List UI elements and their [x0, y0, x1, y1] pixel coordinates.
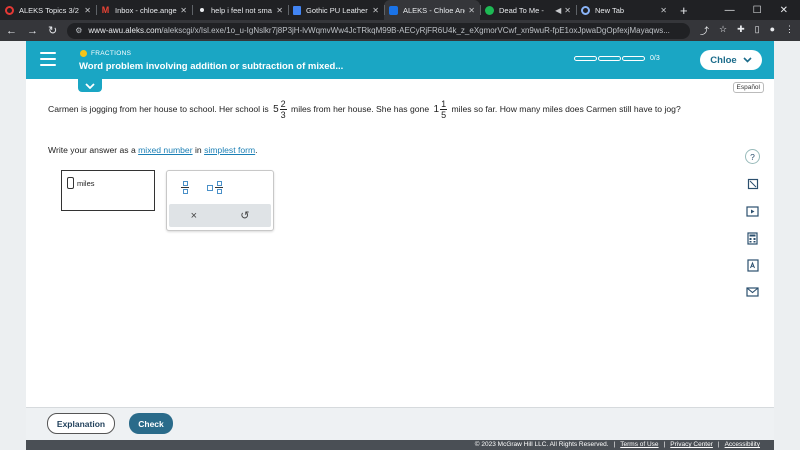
progress-segment — [598, 56, 621, 61]
simplest-form-link[interactable]: simplest form — [204, 145, 255, 155]
aleks-icon — [389, 5, 398, 15]
minimize-icon[interactable]: — — [725, 5, 735, 16]
browser-menu-icon[interactable]: ⋮ — [785, 24, 794, 37]
privacy-link[interactable]: Privacy Center — [670, 441, 713, 448]
mixed-number-template-icon[interactable] — [207, 181, 223, 194]
hamburger-menu-icon[interactable] — [40, 52, 56, 66]
browser-tab-7[interactable]: New Tab ✕ — [576, 0, 672, 20]
chevron-down-icon — [743, 57, 752, 63]
chevron-down-icon — [85, 82, 95, 89]
close-tab-icon[interactable]: ✕ — [660, 6, 667, 15]
explanation-button[interactable]: Explanation — [47, 413, 115, 434]
progress-segment — [574, 56, 597, 61]
math-palette: × ↺ — [166, 170, 274, 231]
terms-link[interactable]: Terms of Use — [620, 441, 658, 448]
browser-tab-6[interactable]: Dead To Me - ◀ ✕ — [480, 0, 576, 20]
worksheet-icon[interactable] — [746, 177, 760, 191]
progress-segment — [622, 56, 645, 61]
close-window-icon[interactable]: ✕ — [780, 5, 788, 16]
brainly-icon — [200, 8, 204, 12]
maximize-icon[interactable]: ☐ — [753, 5, 762, 16]
progress-count: 0/3 — [650, 55, 660, 62]
browser-tab-5-active[interactable]: ALEKS - Chloe Ang ✕ — [384, 0, 480, 20]
browser-tab-4[interactable]: Gothic PU Leather ✕ — [288, 0, 384, 20]
user-name: Chloe — [710, 54, 737, 66]
mixed-number-2: 1 15 — [433, 99, 448, 120]
forward-arrow-icon[interactable]: → — [27, 25, 38, 37]
close-tab-icon[interactable]: ✕ — [564, 6, 571, 15]
message-envelope-icon[interactable] — [746, 285, 760, 299]
close-tab-icon[interactable]: ✕ — [372, 6, 379, 15]
site-info-icon[interactable]: ⚙ — [75, 26, 82, 35]
answer-cursor-slot[interactable] — [67, 177, 74, 189]
collapse-header-tab[interactable] — [78, 79, 102, 92]
browser-tab-2[interactable]: M Inbox - chloe.ange ✕ — [96, 0, 192, 20]
aleks-ring-icon — [5, 5, 14, 15]
chrome-icon — [581, 5, 590, 15]
browser-tab-3[interactable]: help i feel not sma ✕ — [192, 0, 288, 20]
video-icon[interactable] — [746, 204, 760, 218]
close-tab-icon[interactable]: ✕ — [468, 6, 475, 15]
browser-tab-1[interactable]: ALEKS Topics 3/2 ✕ — [0, 0, 96, 20]
extensions-icon[interactable]: ✚ — [737, 24, 745, 37]
aleks-header: FRACTIONS Word problem involving additio… — [26, 41, 774, 79]
side-toolbar: ? — [745, 149, 760, 299]
topic-category: FRACTIONS — [80, 50, 131, 57]
help-icon[interactable]: ? — [745, 149, 760, 164]
bookmark-star-icon[interactable]: ☆ — [719, 24, 727, 37]
topic-status-icon — [80, 50, 87, 57]
espanol-button[interactable]: Español — [732, 82, 764, 93]
new-tab-button[interactable]: + — [672, 0, 696, 20]
reload-icon[interactable]: ↻ — [48, 24, 57, 37]
topic-title: Word problem involving addition or subtr… — [79, 61, 344, 72]
copyright-text: © 2023 McGraw Hill LLC. All Rights Reser… — [474, 441, 609, 448]
page-footer: Explanation Check © 2023 McGraw Hill LLC… — [26, 407, 774, 450]
close-tab-icon[interactable]: ✕ — [276, 6, 283, 15]
profile-avatar-icon[interactable]: ● — [770, 24, 775, 37]
check-button[interactable]: Check — [129, 413, 173, 434]
mixed-number-link[interactable]: mixed number — [138, 145, 192, 155]
progress-bar: 0/3 — [574, 55, 660, 62]
fraction-template-icon[interactable] — [181, 181, 189, 194]
browser-tab-strip: ALEKS Topics 3/2 ✕ M Inbox - chloe.ange … — [0, 0, 800, 20]
answer-units: miles — [77, 179, 95, 188]
accessibility-link[interactable]: Accessibility — [725, 441, 760, 448]
back-arrow-icon[interactable]: ← — [6, 25, 17, 37]
address-bar[interactable]: ⚙ www-awu.aleks.com/alekscgi/x/Isl.exe/1… — [67, 22, 690, 39]
answer-instruction: Write your answer as a mixed number in s… — [48, 145, 258, 155]
problem-statement: Carmen is jogging from her house to scho… — [48, 99, 681, 120]
close-tab-icon[interactable]: ✕ — [180, 6, 187, 15]
side-panel-icon[interactable]: ▯ — [755, 24, 760, 37]
user-menu-button[interactable]: Chloe — [700, 50, 762, 70]
answer-input-box[interactable]: miles — [61, 170, 155, 211]
share-icon[interactable]: ⤴ — [700, 24, 709, 37]
aleks-page: FRACTIONS Word problem involving additio… — [26, 41, 774, 450]
mixed-number-1: 5 23 — [273, 99, 287, 120]
calculator-icon[interactable] — [746, 231, 760, 245]
spotify-icon — [485, 5, 494, 15]
gmail-icon: M — [101, 5, 110, 15]
url-host: www-awu.aleks.com — [88, 26, 162, 35]
url-path: /alekscgi/x/Isl.exe/1o_u-IgNslkr7j8P3jH-… — [161, 26, 670, 35]
legal-links: © 2023 McGraw Hill LLC. All Rights Reser… — [474, 441, 760, 448]
undo-icon[interactable]: ↺ — [240, 209, 249, 222]
browser-toolbar: ← → ↻ ⚙ www-awu.aleks.com/alekscgi/x/Isl… — [0, 20, 800, 41]
clear-icon[interactable]: × — [191, 210, 197, 222]
speaker-icon[interactable]: ◀ — [555, 6, 561, 15]
docs-icon — [293, 5, 301, 15]
window-controls: — ☐ ✕ — [725, 0, 800, 20]
close-tab-icon[interactable]: ✕ — [84, 6, 91, 15]
dictionary-icon[interactable] — [746, 258, 760, 272]
